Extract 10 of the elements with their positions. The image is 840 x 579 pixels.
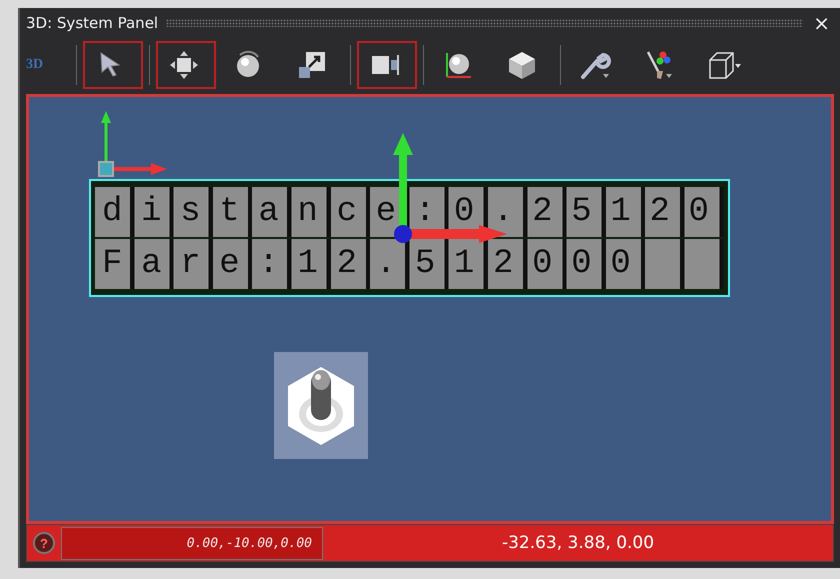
close-button[interactable]: × [811, 11, 832, 35]
window-title: 3D: System Panel [26, 14, 158, 32]
position-field: 0.00,-10.00,0.00 [61, 526, 323, 560]
help-button[interactable]: ? [33, 532, 55, 554]
logo-label: 3D [26, 57, 44, 73]
align-tool-button[interactable] [357, 41, 417, 89]
select-tool-button[interactable] [83, 41, 143, 89]
cursor-coordinates: -32.63, 3.88, 0.00 [500, 533, 656, 553]
title-grip[interactable] [166, 19, 804, 27]
move-tool-button[interactable] [156, 41, 216, 89]
